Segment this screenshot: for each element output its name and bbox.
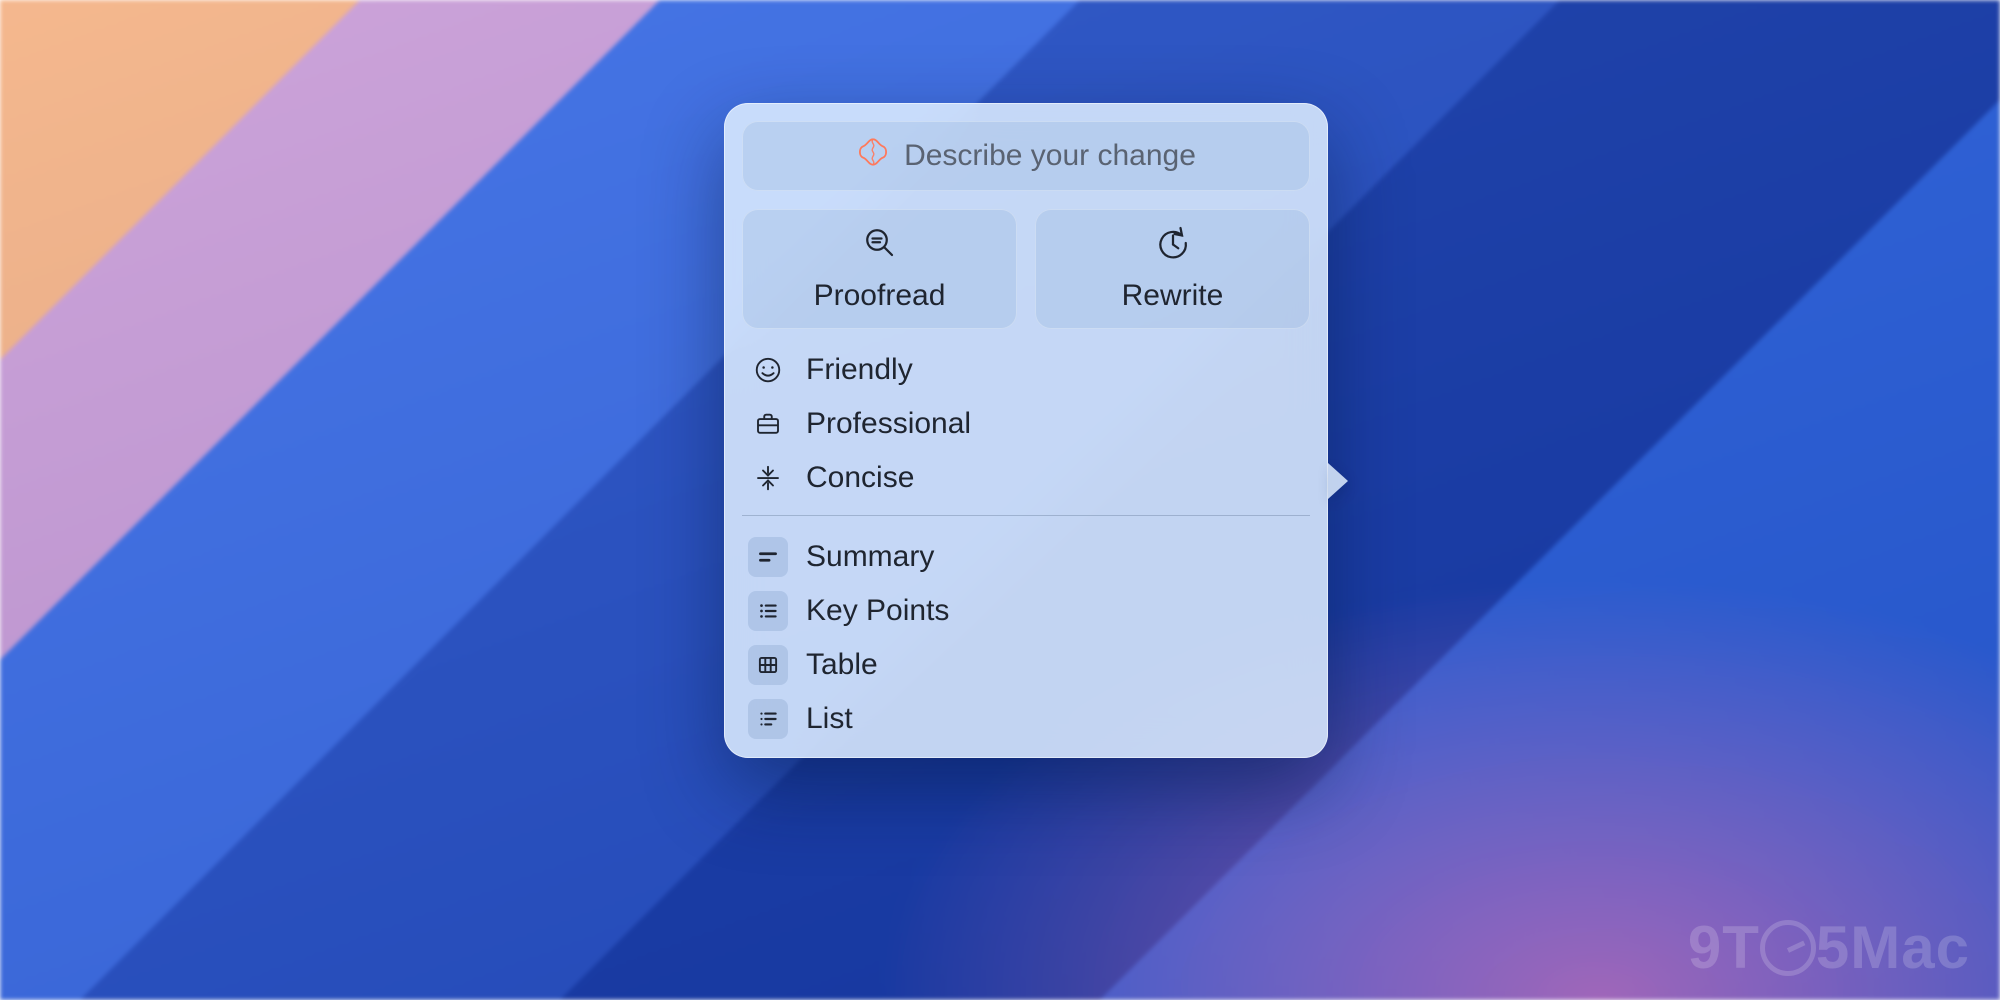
format-table[interactable]: Table [742,638,1310,692]
format-keypoints-label: Key Points [806,594,949,628]
describe-change-input[interactable]: Describe your change [742,121,1310,191]
apple-intelligence-icon [856,135,890,177]
table-icon [748,645,788,685]
briefcase-icon [748,404,788,444]
writing-tools-popover: Describe your change Proofread [724,103,1328,758]
rewrite-icon [1155,225,1191,269]
tone-menu: Friendly Professional [742,343,1310,505]
list-icon [748,699,788,739]
menu-separator [742,515,1310,516]
format-list[interactable]: List [742,692,1310,746]
format-menu: Summary Key Points [742,530,1310,746]
tone-friendly[interactable]: Friendly [742,343,1310,397]
proofread-button[interactable]: Proofread [742,209,1017,329]
clock-icon [1760,920,1816,976]
format-summary[interactable]: Summary [742,530,1310,584]
format-summary-label: Summary [806,540,934,574]
format-table-label: Table [806,648,878,682]
tone-professional-label: Professional [806,407,971,441]
tone-concise[interactable]: Concise [742,451,1310,505]
primary-actions-row: Proofread Rewrite [742,209,1310,329]
proofread-icon [862,225,898,269]
tone-professional[interactable]: Professional [742,397,1310,451]
collapse-icon [748,458,788,498]
tone-concise-label: Concise [806,461,914,495]
source-watermark: 9T5Mac [1688,913,1970,982]
tone-friendly-label: Friendly [806,353,913,387]
bullet-list-icon [748,591,788,631]
summary-icon [748,537,788,577]
format-keypoints[interactable]: Key Points [742,584,1310,638]
rewrite-label: Rewrite [1122,279,1224,313]
rewrite-button[interactable]: Rewrite [1035,209,1310,329]
describe-change-placeholder: Describe your change [904,139,1196,173]
proofread-label: Proofread [814,279,946,313]
smiley-icon [748,350,788,390]
format-list-label: List [806,702,853,736]
